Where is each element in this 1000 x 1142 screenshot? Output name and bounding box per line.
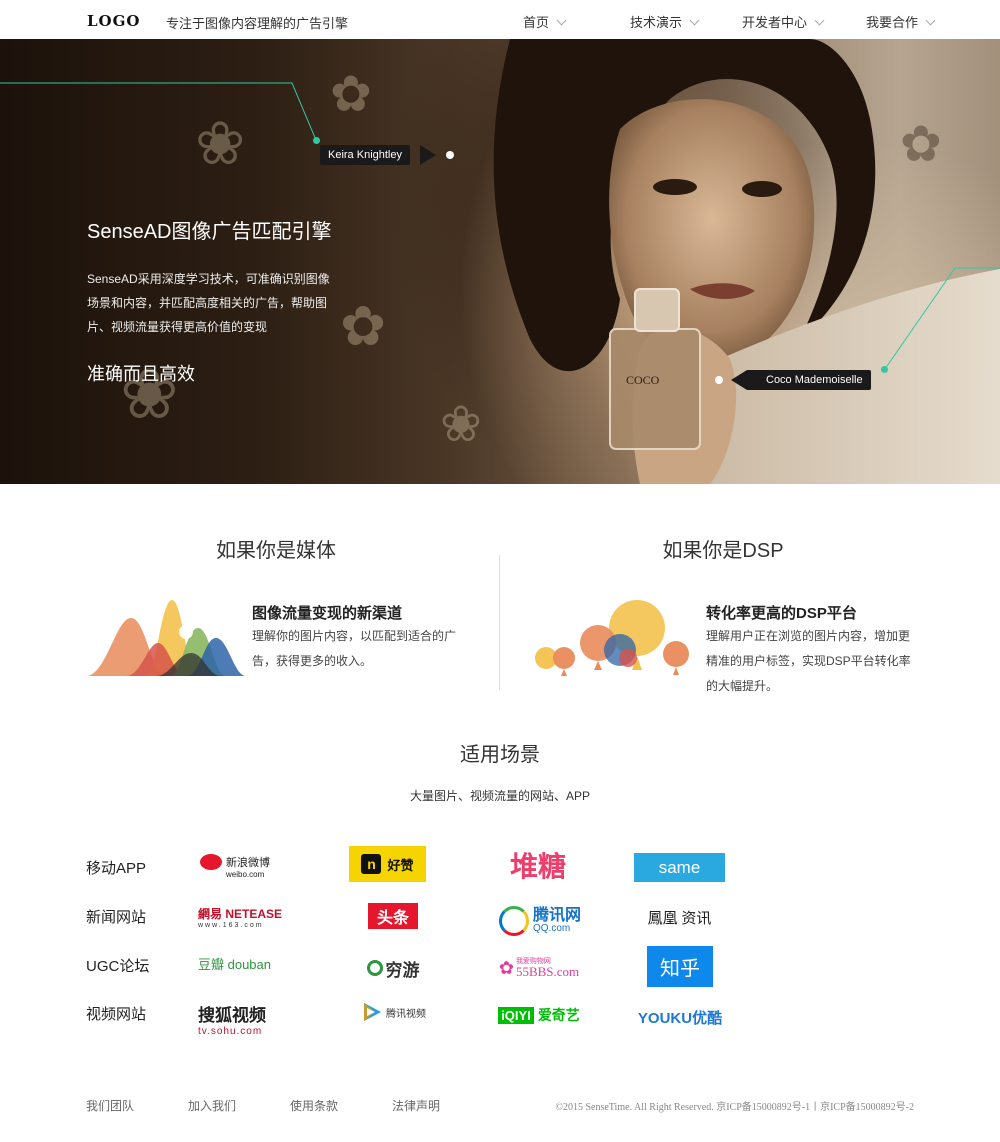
copyright-text: ©2015 SenseTime. All Right Reserved. 京IC… bbox=[555, 1102, 914, 1113]
brand-weibo-label: 新浪微博 bbox=[226, 856, 270, 869]
scenes-subtitle: 大量图片、视频流量的网站、APP bbox=[409, 789, 590, 803]
brand-55bbs-label: 55BBS.com bbox=[515, 963, 580, 979]
target-dot bbox=[715, 376, 723, 384]
scene-label-news: 新闻网站 bbox=[86, 909, 147, 926]
brand-tencent-video[interactable]: 腾讯视频 bbox=[356, 1000, 431, 1024]
chevron-down-icon bbox=[925, 15, 936, 26]
brand-zhihu[interactable]: 知乎 bbox=[647, 946, 713, 987]
brand-55bbs[interactable]: ✿ 我爱购物网 55BBS.com bbox=[490, 953, 588, 983]
haozan-icon: n bbox=[361, 854, 382, 874]
brand-qiongyou[interactable]: 穷游 bbox=[355, 954, 431, 982]
brand-toutiao[interactable]: 头条 bbox=[368, 903, 418, 929]
brand-ifeng-label: 鳳凰 资讯 bbox=[647, 910, 712, 927]
scene-label-video: 视频网站 bbox=[86, 1006, 147, 1023]
brand-youku-label: YOUKU优酷 bbox=[637, 1009, 723, 1027]
dsp-heading: 如果你是DSP bbox=[662, 540, 784, 562]
media-heading: 如果你是媒体 bbox=[216, 540, 336, 562]
nav-home-label: 首页 bbox=[523, 15, 550, 30]
logo[interactable]: LOGO bbox=[87, 12, 141, 30]
scene-label-mobile-app: 移动APP bbox=[86, 860, 147, 877]
weibo-icon bbox=[200, 853, 222, 870]
iqiyi-icon: iQIYI bbox=[498, 1006, 534, 1024]
qiongyou-icon bbox=[366, 960, 383, 976]
chevron-down-icon bbox=[814, 15, 825, 26]
nav-tech-demo[interactable]: 技术演示 bbox=[630, 12, 700, 31]
brand-toutiao-label: 头条 bbox=[376, 910, 409, 927]
brand-same[interactable]: same bbox=[634, 853, 725, 882]
brand-netease-label: 網易 NETEASE bbox=[198, 906, 283, 921]
brand-douban[interactable]: 豆瓣 douban bbox=[198, 951, 280, 975]
hero-description: SenseAD采用深度学习技术，可准确识别图像场景和内容，并匹配高度相关的广告，… bbox=[87, 272, 330, 334]
brand-same-label: same bbox=[658, 857, 701, 877]
annotation-dot bbox=[313, 137, 320, 144]
header-slogan: 专注于图像内容理解的广告引擎 bbox=[166, 16, 349, 31]
tag-pointer-icon bbox=[420, 145, 436, 165]
nav-cooperate[interactable]: 我要合作 bbox=[866, 12, 936, 31]
dsp-balloons-illustration bbox=[535, 600, 689, 676]
hero-banner: ❀ ✿ ❀ ✿ ❀ ✿ COCO Keira Knightley Coco Ma… bbox=[0, 39, 1000, 484]
chevron-down-icon bbox=[689, 15, 700, 26]
annotation-lines bbox=[0, 82, 1000, 370]
brand-tencent-video-label: 腾讯视频 bbox=[386, 1008, 426, 1020]
tag-pointer-icon bbox=[731, 370, 747, 390]
flower-icon: ✿ bbox=[498, 957, 514, 978]
brand-duitang-label: 堆糖 bbox=[509, 851, 566, 882]
media-peaks-illustration bbox=[86, 600, 246, 676]
brand-weibo-sub: weibo.com bbox=[226, 869, 265, 879]
target-dot bbox=[446, 151, 454, 159]
hero-title: SenseAD图像广告匹配引擎 bbox=[87, 221, 332, 243]
top-header: LOGO 专注于图像内容理解的广告引擎 首页 技术演示 开发者中心 我要合作 bbox=[0, 0, 1000, 39]
dsp-feature-desc: 理解用户正在浏览的图片内容，增加更精准的用户标签，实现DSP平台转化率的大幅提升… bbox=[706, 629, 911, 693]
brand-sohu-label: 搜狐视频 bbox=[198, 1006, 266, 1025]
hero-subtitle: 准确而且高效 bbox=[87, 364, 195, 384]
brand-zhihu-label: 知乎 bbox=[660, 958, 700, 980]
brand-qq[interactable]: 腾讯网 QQ.com bbox=[490, 903, 590, 939]
brand-duitang[interactable]: 堆糖 bbox=[498, 848, 578, 882]
brand-youku[interactable]: YOUKU优酷 bbox=[638, 1004, 722, 1030]
brand-haozan[interactable]: n 好赞 bbox=[349, 846, 426, 882]
brand-qiongyou-label: 穷游 bbox=[385, 960, 420, 980]
brand-qq-label: 腾讯网 bbox=[532, 907, 581, 924]
brand-iqiyi[interactable]: iQIYI 爱奇艺 bbox=[496, 1002, 582, 1028]
tag-coco-mademoiselle[interactable]: Coco Mademoiselle bbox=[746, 370, 871, 390]
dsp-feature-title: 转化率更高的DSP平台 bbox=[706, 605, 857, 622]
annotation-dot bbox=[881, 366, 888, 373]
brand-weibo[interactable]: 新浪微博 weibo.com bbox=[200, 851, 280, 881]
footer-link-legal[interactable]: 法律声明 bbox=[392, 1097, 440, 1114]
media-feature-desc: 理解你的图片内容，以匹配到适合的广告，获得更多的收入。 bbox=[252, 629, 457, 668]
nav-developer-label: 开发者中心 bbox=[742, 15, 808, 30]
media-feature-title: 图像流量变现的新渠道 bbox=[252, 605, 403, 622]
brand-netease-sub: www.163.com bbox=[198, 921, 264, 929]
chevron-down-icon bbox=[556, 15, 567, 26]
scenes-title: 适用场景 bbox=[460, 744, 540, 766]
brand-haozan-label: 好赞 bbox=[387, 857, 414, 873]
footer-link-team[interactable]: 我们团队 bbox=[86, 1097, 134, 1114]
footer-link-terms[interactable]: 使用条款 bbox=[290, 1097, 338, 1114]
footer-link-join[interactable]: 加入我们 bbox=[188, 1097, 236, 1114]
brand-douban-label: 豆瓣 douban bbox=[198, 956, 271, 972]
brand-sohu-sub: tv.sohu.com bbox=[198, 1026, 263, 1037]
nav-cooperate-label: 我要合作 bbox=[866, 15, 919, 30]
brand-netease[interactable]: 網易 NETEASE www.163.com bbox=[198, 903, 282, 930]
brand-qq-sub: QQ.com bbox=[532, 923, 571, 934]
brand-iqiyi-label: 爱奇艺 bbox=[537, 1007, 580, 1023]
nav-home[interactable]: 首页 bbox=[523, 12, 567, 31]
nav-developer-center[interactable]: 开发者中心 bbox=[742, 12, 825, 31]
brand-ifeng[interactable]: 鳳凰 资讯 bbox=[637, 904, 722, 930]
tencent-video-play-icon bbox=[364, 1003, 381, 1021]
brand-sohu[interactable]: 搜狐视频 tv.sohu.com bbox=[198, 1000, 282, 1038]
nav-tech-demo-label: 技术演示 bbox=[630, 15, 683, 30]
column-divider bbox=[499, 555, 500, 690]
qq-icon bbox=[498, 906, 529, 936]
tag-keira-knightley[interactable]: Keira Knightley bbox=[320, 145, 410, 165]
scene-label-ugc: UGC论坛 bbox=[86, 958, 150, 975]
